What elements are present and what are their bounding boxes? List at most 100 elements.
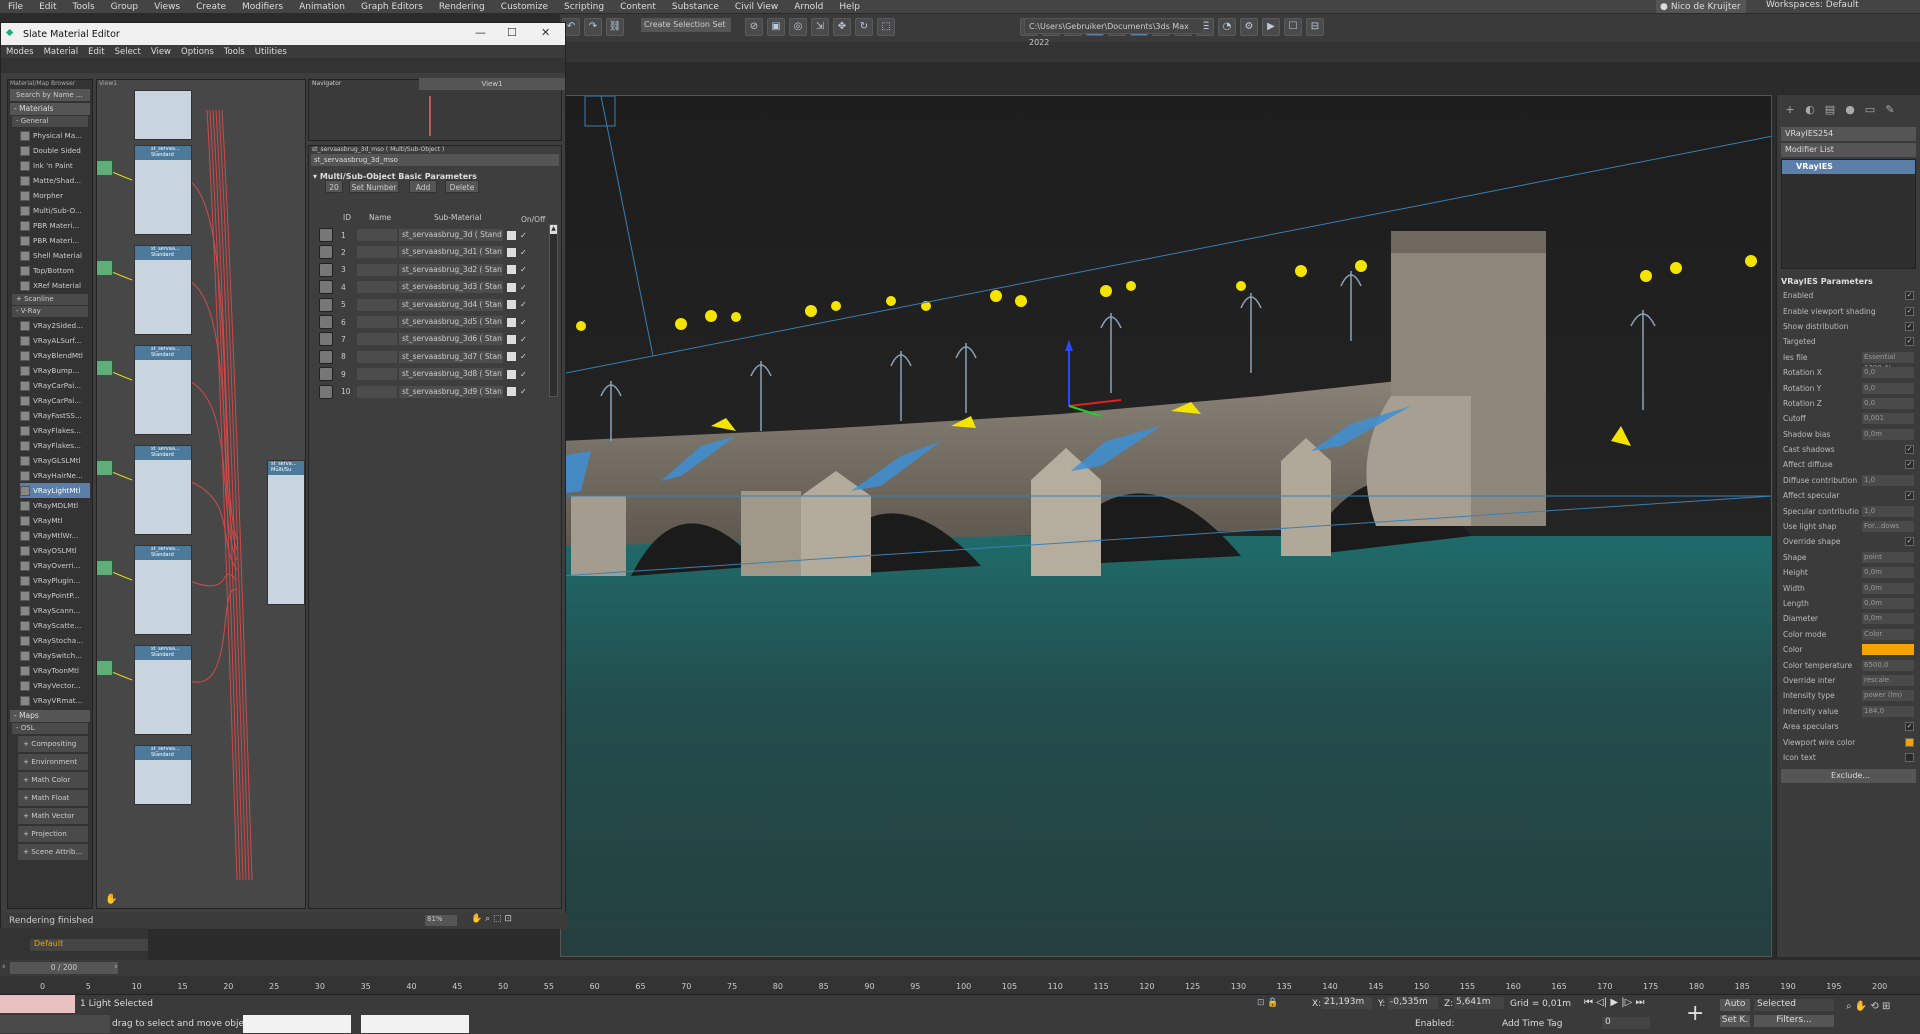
browser-item[interactable]: VRay2Sided... bbox=[20, 318, 90, 333]
sub-name-field[interactable] bbox=[357, 229, 397, 241]
sub-material-button[interactable]: st_servaasbrug_3d9 ( Stan bbox=[399, 385, 503, 398]
node-view[interactable]: View1 st_servaa... Standard st_servaa...… bbox=[96, 79, 306, 909]
param-value-field[interactable]: 1,0 bbox=[1862, 474, 1914, 486]
slate-menu-item[interactable]: View bbox=[146, 47, 176, 57]
menu-item[interactable]: File bbox=[0, 2, 31, 12]
param-value-field[interactable]: 0,001 bbox=[1862, 413, 1914, 425]
on-off-check-icon[interactable]: ✓ bbox=[520, 231, 527, 240]
sub-material-row[interactable]: 2 st_servaasbrug_3d1 ( Stan ✓ bbox=[319, 243, 547, 261]
add-time-tag[interactable]: Add Time Tag bbox=[1502, 1019, 1562, 1029]
material-preview-icon[interactable] bbox=[319, 228, 333, 242]
browser-item[interactable]: VRayLightMtl bbox=[20, 483, 90, 498]
on-off-check-icon[interactable]: ✓ bbox=[520, 335, 527, 344]
menu-item[interactable]: Tools bbox=[65, 2, 103, 12]
browser-item[interactable]: VRayFlakes... bbox=[20, 438, 90, 453]
osl-category[interactable]: + Scene Attrib... bbox=[18, 844, 88, 860]
osl-category[interactable]: + Math Float bbox=[18, 790, 88, 806]
sub-material-button[interactable]: st_servaasbrug_3d5 ( Stan bbox=[399, 316, 503, 328]
color-swatch[interactable] bbox=[1862, 644, 1914, 656]
param-checkbox[interactable]: ✓ bbox=[1905, 337, 1914, 347]
bridge-scene[interactable] bbox=[561, 96, 1772, 957]
time-slider[interactable]: 0 / 200 ‹ › bbox=[0, 960, 1920, 976]
sub-material-button[interactable]: st_servaasbrug_3d6 ( Stan bbox=[399, 333, 503, 346]
x-coordinate-field[interactable]: 21,193m bbox=[1322, 997, 1372, 1009]
param-value-field[interactable]: Color bbox=[1862, 628, 1914, 640]
general-group[interactable]: - General bbox=[12, 116, 88, 127]
sub-name-field[interactable] bbox=[357, 281, 397, 294]
menu-item[interactable]: Modifiers bbox=[234, 2, 291, 12]
bitmap-node[interactable] bbox=[97, 560, 113, 576]
utilities-tab-icon[interactable]: ✎ bbox=[1883, 103, 1897, 117]
param-value-field[interactable]: 0,0m bbox=[1862, 567, 1914, 579]
param-value-field[interactable]: 0,0m bbox=[1862, 428, 1914, 440]
current-frame-field[interactable]: 0 bbox=[1602, 1017, 1650, 1029]
browser-item[interactable]: PBR Materi... bbox=[20, 218, 90, 233]
name-column-header[interactable]: Name bbox=[369, 213, 391, 222]
toolbar-button-icon[interactable]: ✥ bbox=[833, 18, 851, 36]
material-preview-icon[interactable] bbox=[319, 332, 333, 347]
sub-material-button[interactable]: st_servaasbrug_3d ( Stand bbox=[399, 229, 503, 241]
sub-material-scrollbar[interactable]: ▲ bbox=[549, 224, 558, 397]
browser-item[interactable]: Ink 'n Paint bbox=[20, 158, 90, 173]
toolbar-button-icon[interactable]: ↻ bbox=[855, 18, 873, 36]
sub-material-row[interactable]: 9 st_servaasbrug_3d8 ( Stan ✓ bbox=[319, 365, 547, 383]
zoom-dropdown[interactable]: 81% bbox=[425, 915, 457, 926]
menu-item[interactable]: Civil View bbox=[727, 2, 786, 12]
param-checkbox[interactable]: ✓ bbox=[1905, 722, 1914, 732]
sub-material-column-header[interactable]: Sub-Material bbox=[434, 213, 481, 222]
material-node[interactable]: st_servaa... Standard bbox=[134, 345, 192, 435]
exclude-button[interactable]: Exclude... bbox=[1781, 769, 1916, 784]
param-value-field[interactable]: 0,0m bbox=[1862, 582, 1914, 594]
sub-material-button[interactable]: st_servaasbrug_3d2 ( Stan bbox=[399, 263, 503, 276]
motion-tab-icon[interactable]: ● bbox=[1843, 103, 1857, 117]
set-key-plus-icon[interactable]: + bbox=[1686, 1001, 1704, 1026]
bitmap-node[interactable] bbox=[97, 360, 113, 376]
bitmap-node[interactable] bbox=[97, 660, 113, 676]
scanline-group[interactable]: + Scanline bbox=[12, 294, 88, 305]
taskbar-item[interactable] bbox=[361, 1015, 469, 1033]
sub-material-button[interactable]: st_servaasbrug_3d8 ( Stan bbox=[399, 368, 503, 381]
osl-category[interactable]: + Projection bbox=[18, 826, 88, 842]
browser-item[interactable]: VRayScann... bbox=[20, 603, 90, 618]
browser-item[interactable]: VRayPointP... bbox=[20, 588, 90, 603]
material-node[interactable]: st_servaa... Standard bbox=[134, 745, 192, 805]
browser-item[interactable]: Shell Material bbox=[20, 248, 90, 263]
vrayies-parameters-rollout[interactable]: VRayIES Parameters bbox=[1781, 277, 1916, 286]
sub-color-swatch[interactable] bbox=[507, 317, 516, 327]
menu-item[interactable]: Scripting bbox=[556, 2, 612, 12]
prev-frame-icon[interactable]: ‹ bbox=[2, 962, 6, 972]
browser-item[interactable]: VRayScatte... bbox=[20, 618, 90, 633]
set-number-button[interactable]: Set Number bbox=[349, 180, 399, 193]
sub-name-field[interactable] bbox=[357, 333, 397, 346]
param-value-field[interactable]: 0,0m bbox=[1862, 598, 1914, 609]
material-preview-icon[interactable] bbox=[319, 297, 333, 312]
browser-item[interactable]: VRayToonMtl bbox=[20, 663, 90, 678]
sub-name-field[interactable] bbox=[357, 350, 397, 363]
toolbar-button-icon[interactable]: ◔ bbox=[1218, 18, 1236, 36]
on-off-check-icon[interactable]: ✓ bbox=[520, 283, 527, 292]
menu-item[interactable]: Edit bbox=[31, 2, 64, 12]
material-preview-icon[interactable] bbox=[319, 262, 333, 277]
wire-color-swatch[interactable] bbox=[1905, 737, 1914, 747]
close-icon[interactable]: ✕ bbox=[541, 26, 550, 39]
param-value-field[interactable]: 0,0 bbox=[1862, 367, 1914, 379]
sub-name-field[interactable] bbox=[357, 263, 397, 276]
user-account[interactable]: ● Nico de Kruijter bbox=[1656, 0, 1746, 13]
browser-item[interactable]: Multi/Sub-O... bbox=[20, 203, 90, 218]
sub-material-row[interactable]: 8 st_servaasbrug_3d7 ( Stan ✓ bbox=[319, 348, 547, 366]
sub-material-button[interactable]: st_servaasbrug_3d1 ( Stan bbox=[399, 246, 503, 259]
browser-item[interactable]: XRef Material bbox=[20, 278, 90, 293]
osl-category[interactable]: + Compositing bbox=[18, 736, 88, 752]
script-input[interactable] bbox=[0, 1015, 110, 1033]
param-value-field[interactable]: 0,0 bbox=[1862, 382, 1914, 394]
toolbar-button-icon[interactable]: ◎ bbox=[789, 18, 807, 36]
material-preview-icon[interactable] bbox=[319, 315, 333, 329]
hierarchy-tab-icon[interactable]: ▤ bbox=[1823, 103, 1837, 117]
z-coordinate-field[interactable]: 5,641m bbox=[1454, 997, 1504, 1009]
param-checkbox[interactable]: ✓ bbox=[1905, 537, 1914, 547]
toolbar-button-icon[interactable]: ↷ bbox=[584, 18, 602, 36]
sub-material-row[interactable]: 7 st_servaasbrug_3d6 ( Stan ✓ bbox=[319, 330, 547, 348]
browser-item[interactable]: VRaySwitch... bbox=[20, 648, 90, 663]
minimize-icon[interactable]: — bbox=[475, 26, 486, 39]
material-preview-icon[interactable] bbox=[319, 384, 333, 399]
